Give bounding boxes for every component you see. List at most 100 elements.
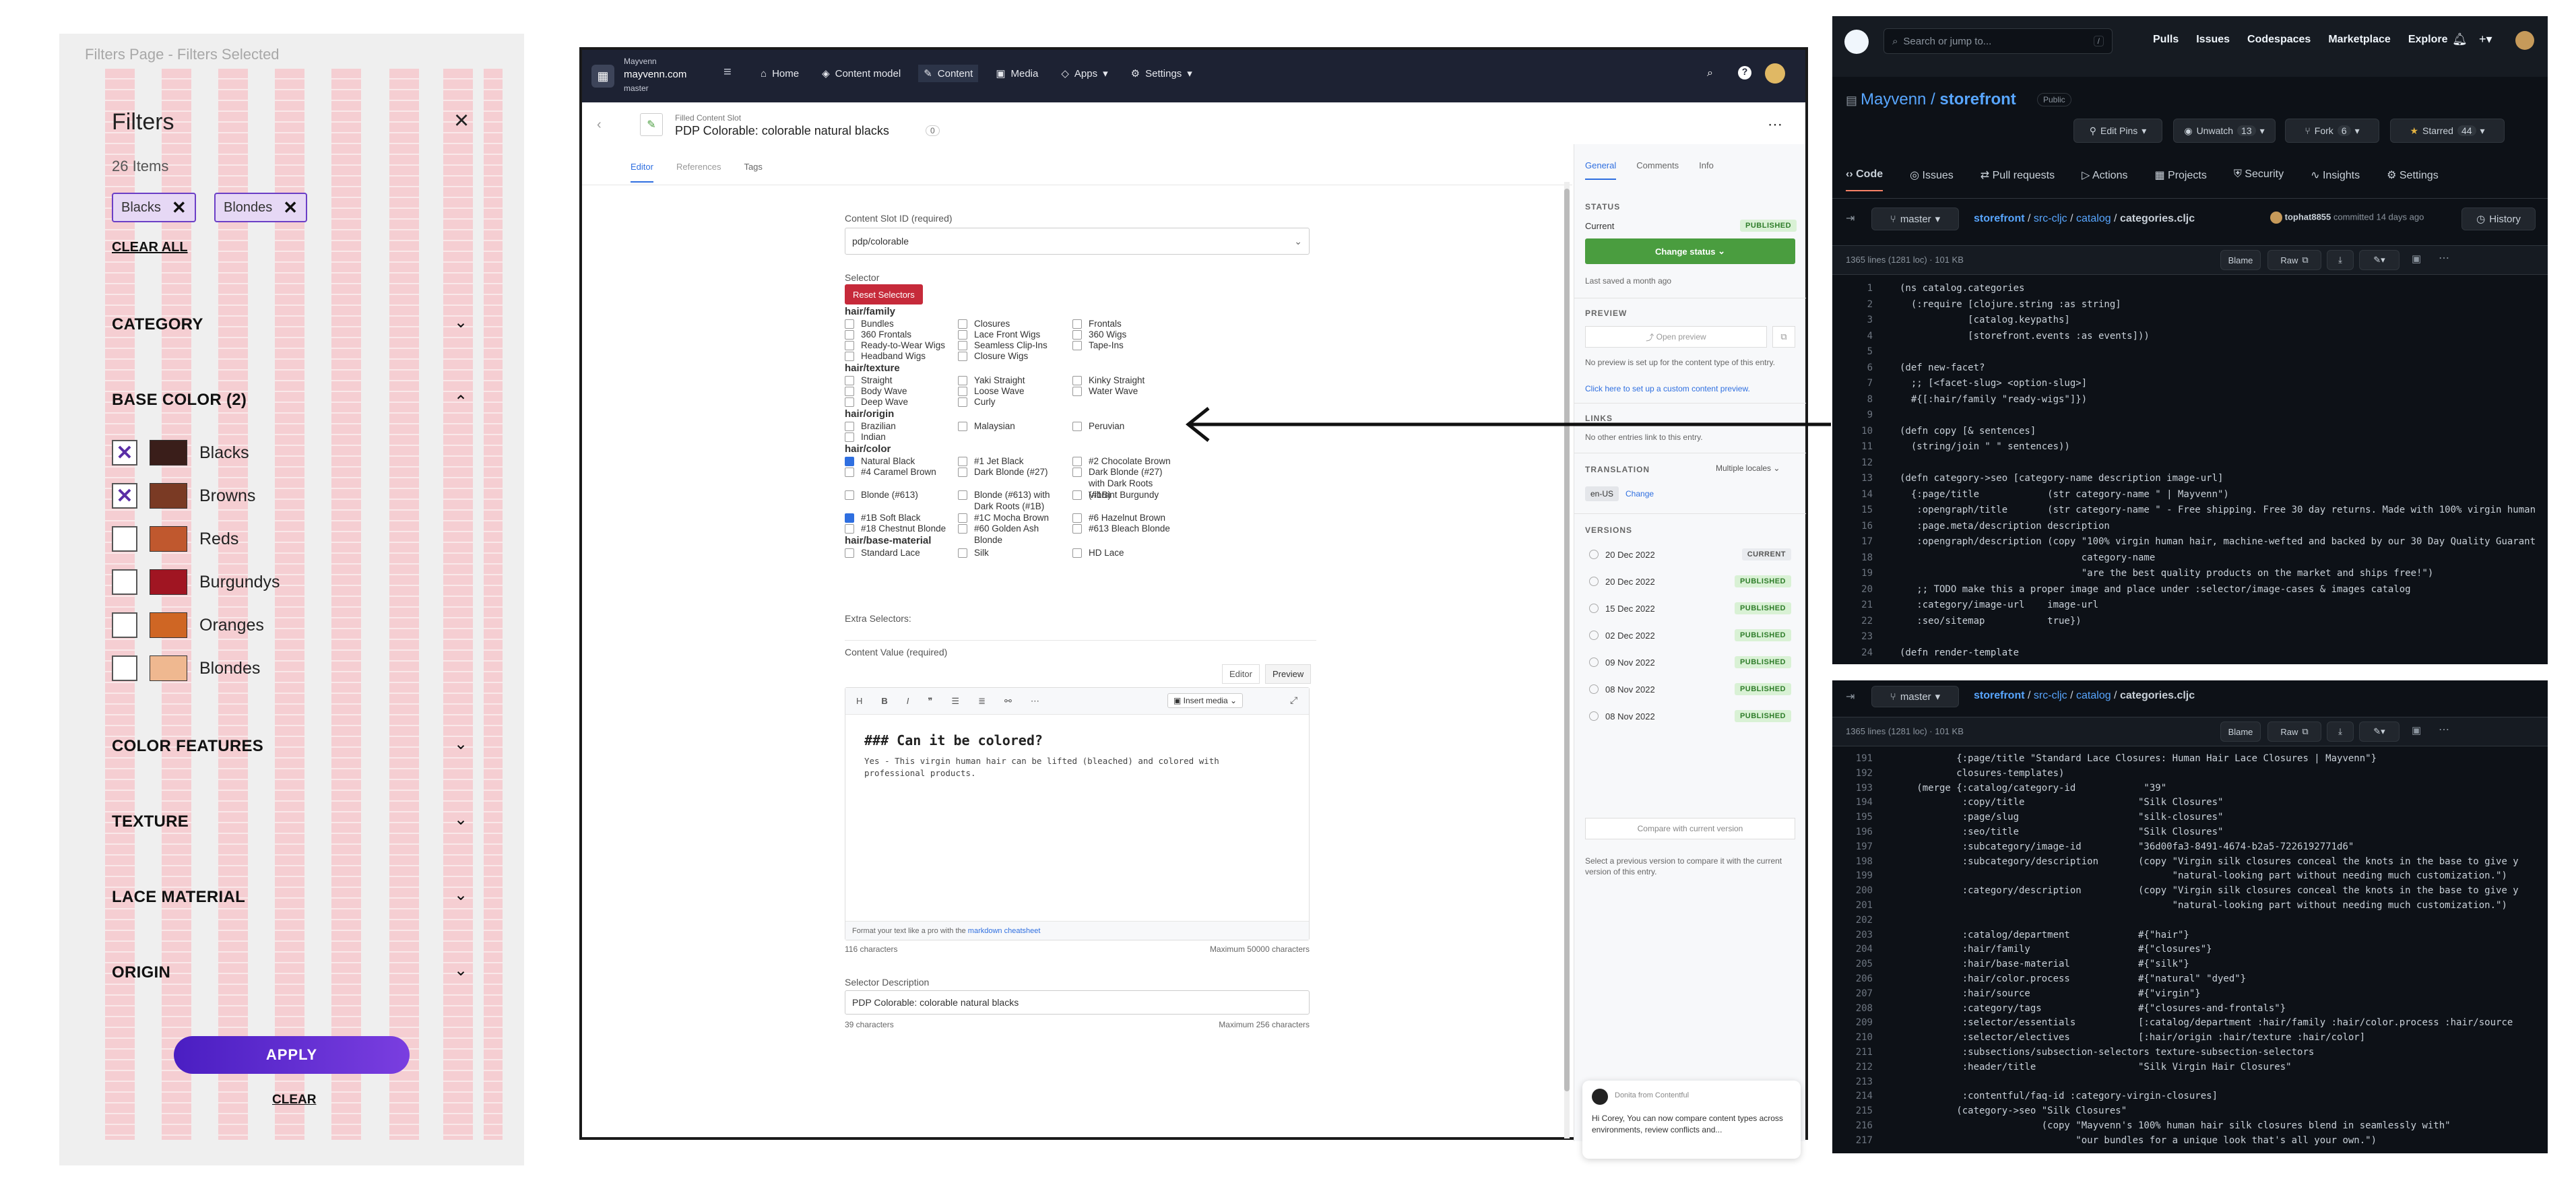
chevron-up-icon[interactable]: ⌃ <box>454 392 468 412</box>
nav-pulls[interactable]: Pulls <box>2153 34 2179 46</box>
scrollbar[interactable] <box>1564 182 1570 1138</box>
chat-popup[interactable]: Donita from Contentful Hi Corey, You can… <box>1582 1081 1801 1159</box>
bell-icon[interactable]: 🔔︎ <box>2452 32 2468 46</box>
checkbox[interactable]: ✕ <box>112 483 137 509</box>
fullscreen-icon[interactable]: ⤢ <box>1290 695 1297 706</box>
checkbox[interactable] <box>1072 387 1082 396</box>
checkbox[interactable] <box>958 468 967 477</box>
version-item[interactable]: 20 Dec 2022 CURRENT <box>1589 548 1791 560</box>
tab-editor[interactable]: Editor <box>631 162 653 183</box>
checkbox[interactable] <box>112 612 137 638</box>
checkbox[interactable] <box>845 376 854 385</box>
checkbox[interactable] <box>1072 524 1082 534</box>
selector-option[interactable]: Natural Black <box>845 455 953 467</box>
markdown-cheatsheet-link[interactable]: markdown cheatsheet <box>968 927 1041 935</box>
selector-option[interactable]: #613 Bleach Blonde <box>1072 523 1173 534</box>
selector-option[interactable]: #60 Golden Ash Blonde <box>958 523 1066 546</box>
branch-select[interactable]: ⑂ master ▾ <box>1871 207 1959 230</box>
radio-button[interactable] <box>1589 631 1599 640</box>
selector-option[interactable]: #1C Mocha Brown <box>958 512 1066 523</box>
checkbox[interactable] <box>845 422 854 431</box>
radio-button[interactable] <box>1589 550 1599 559</box>
insert-media-dropdown[interactable]: ▣ Insert media ⌄ <box>1167 693 1244 708</box>
checkbox[interactable] <box>1072 513 1082 523</box>
tab-actions[interactable]: ▷ Actions <box>2082 168 2127 191</box>
color-option[interactable]: Oranges <box>112 604 489 647</box>
chevron-down-icon[interactable]: ⌄ <box>454 313 468 332</box>
checkbox[interactable] <box>958 341 967 350</box>
path-dir[interactable]: catalog <box>2076 213 2111 224</box>
copy-icon[interactable]: ⧉ <box>1772 326 1795 348</box>
checkbox[interactable] <box>958 352 967 361</box>
checkbox[interactable] <box>958 490 967 500</box>
version-item[interactable]: 02 Dec 2022 PUBLISHED <box>1589 629 1791 641</box>
checkbox[interactable] <box>958 330 967 340</box>
back-arrow-icon[interactable]: ‹ <box>597 117 602 133</box>
selector-option[interactable]: Kinky Straight <box>1072 375 1173 386</box>
symbols-icon[interactable]: ▣ <box>2412 253 2421 265</box>
unwatch-button[interactable]: ◉ Unwatch 13 ▾ <box>2173 119 2276 143</box>
tab-info[interactable]: Info <box>1699 160 1714 180</box>
checkbox[interactable] <box>958 422 967 431</box>
checkbox[interactable] <box>845 352 854 361</box>
selector-option[interactable]: Malaysian <box>958 420 1066 432</box>
nav-content[interactable]: ✎ Content <box>918 65 979 82</box>
radio-button[interactable] <box>1589 604 1599 613</box>
more-options-icon[interactable]: ⋯ <box>1768 116 1782 133</box>
slot-id-select[interactable]: pdp/colorable ⌄ <box>845 228 1310 255</box>
checkbox[interactable] <box>958 548 967 558</box>
checkbox[interactable] <box>845 524 854 534</box>
selector-option[interactable]: Blonde (#613) with Dark Roots (#1B) <box>958 489 1066 512</box>
radio-button[interactable] <box>1589 711 1599 721</box>
version-item[interactable]: 15 Dec 2022 PUBLISHED <box>1589 602 1791 614</box>
bold-icon[interactable]: H <box>856 696 862 706</box>
selector-option[interactable]: Closures <box>958 318 1066 329</box>
selector-option[interactable]: Lace Front Wigs <box>958 329 1066 340</box>
history-button[interactable]: ◷ History <box>2461 207 2536 230</box>
selector-option[interactable]: Water Wave <box>1072 385 1173 397</box>
fork-button[interactable]: ⑂ Fork 6 ▾ <box>2285 119 2379 143</box>
version-item[interactable]: 20 Dec 2022 PUBLISHED <box>1589 575 1791 587</box>
raw-button[interactable]: Raw ⧉ <box>2267 250 2321 270</box>
edit-icon[interactable]: ✎▾ <box>2359 250 2400 270</box>
tab-comments[interactable]: Comments <box>1636 160 1679 180</box>
selector-option[interactable]: Seamless Clip-Ins <box>958 340 1066 351</box>
checkbox[interactable] <box>845 513 854 523</box>
nav-content-model[interactable]: ◈ Content model <box>822 67 901 80</box>
checkbox[interactable] <box>845 548 854 558</box>
italic-icon[interactable]: I <box>907 696 909 706</box>
more-icon[interactable]: ⋯ <box>2439 251 2449 265</box>
checkbox[interactable] <box>1072 457 1082 466</box>
color-option[interactable]: Burgundys <box>112 560 489 604</box>
section-color-features[interactable]: COLOR FEATURES <box>112 737 263 756</box>
checkbox[interactable] <box>958 397 967 407</box>
selector-option[interactable]: Body Wave <box>845 385 953 397</box>
checkbox[interactable] <box>1072 468 1082 477</box>
checkbox[interactable] <box>958 524 967 534</box>
close-icon[interactable]: × <box>454 106 469 135</box>
github-logo-icon[interactable] <box>1844 30 1869 54</box>
selector-option[interactable]: Yaki Straight <box>958 375 1066 386</box>
chevron-down-icon[interactable]: ⌄ <box>454 961 468 980</box>
checkbox[interactable] <box>845 490 854 500</box>
change-status-button[interactable]: Change status ⌄ <box>1585 238 1795 264</box>
selector-option[interactable]: #18 Chestnut Blonde <box>845 523 953 534</box>
selector-option[interactable]: Curly <box>958 396 1066 408</box>
site-name[interactable]: mayvenn.com <box>624 69 686 80</box>
selector-option[interactable]: Tape-Ins <box>1072 340 1173 351</box>
path-dir[interactable]: src-cljc <box>2034 690 2067 701</box>
blame-button[interactable]: Blame <box>2220 250 2261 270</box>
reset-selectors-button[interactable]: Reset Selectors <box>845 284 923 304</box>
download-icon[interactable]: ⤓ <box>2327 250 2354 270</box>
radio-button[interactable] <box>1589 657 1599 667</box>
filter-chip-blacks[interactable]: Blacks ✕ <box>112 193 196 222</box>
checkbox[interactable] <box>845 330 854 340</box>
color-option[interactable]: ✕ Blacks <box>112 431 489 474</box>
chevron-down-icon[interactable]: ⌄ <box>454 810 468 829</box>
checkbox[interactable] <box>958 513 967 523</box>
avatar[interactable] <box>1765 63 1785 84</box>
selector-option[interactable]: Loose Wave <box>958 385 1066 397</box>
nav-explore[interactable]: Explore <box>2408 34 2448 46</box>
selector-option[interactable]: Dark Blonde (#27) <box>958 466 1066 478</box>
compare-button[interactable]: Compare with current version <box>1585 818 1795 839</box>
